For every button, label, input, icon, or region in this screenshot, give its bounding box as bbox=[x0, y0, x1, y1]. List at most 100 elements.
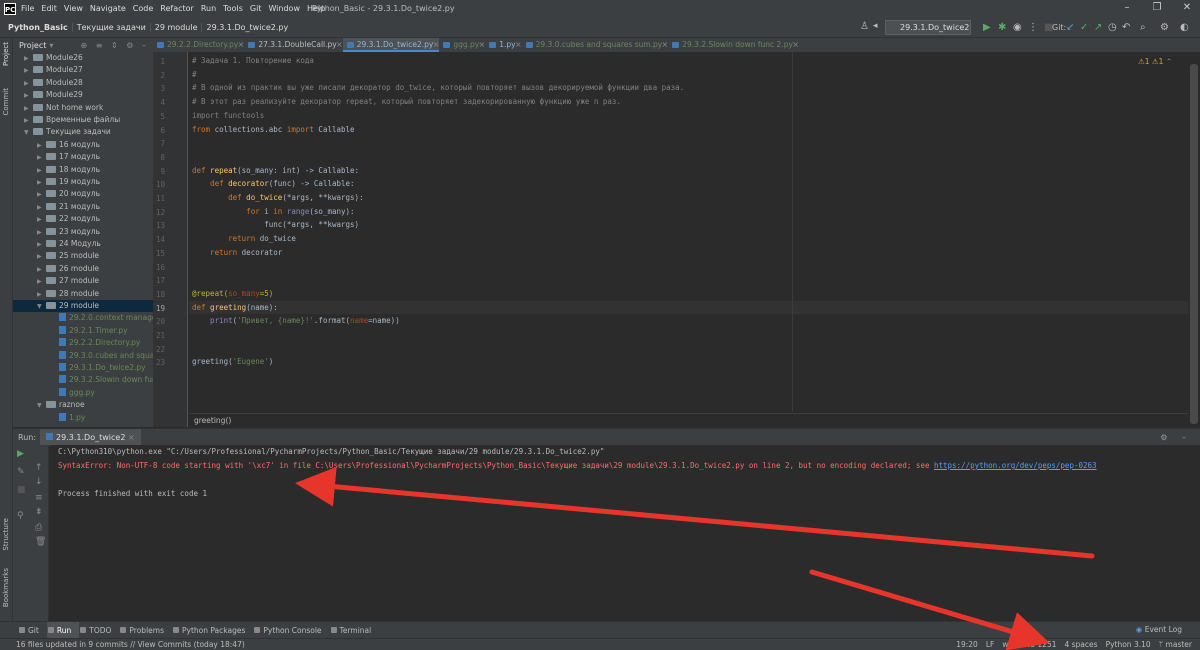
user-icon[interactable]: ♙ bbox=[860, 21, 869, 32]
rerun-icon[interactable]: ▶ bbox=[17, 449, 24, 459]
scrollbar-thumb[interactable] bbox=[1190, 64, 1198, 424]
close-icon[interactable]: × bbox=[128, 433, 135, 442]
back-arrow-icon[interactable]: ◂ bbox=[873, 21, 878, 31]
rollback-icon[interactable]: ↶ bbox=[1122, 22, 1130, 33]
tree-folder[interactable]: ▶ 20 модуль bbox=[13, 188, 153, 200]
editor-tab[interactable]: 29.3.0.cubes and squares sum.py bbox=[522, 38, 669, 52]
tree-folder[interactable]: ▶ 24 Модуль bbox=[13, 238, 153, 250]
bookmarks-side-tab[interactable]: Bookmarks bbox=[2, 568, 10, 607]
inspection-indicator[interactable]: ⚠1 ⚠1 ⌃ bbox=[1138, 57, 1172, 66]
scroll-down-icon[interactable]: ↓ bbox=[35, 477, 43, 487]
code-editor[interactable]: # Задача 1. Повторение кода # # В одной … bbox=[189, 52, 1189, 427]
menu-git[interactable]: Git bbox=[250, 4, 262, 13]
trash-icon[interactable]: 🗑 bbox=[35, 537, 46, 547]
status-message[interactable]: 16 files updated in 9 commits // View Co… bbox=[16, 640, 245, 649]
tree-folder[interactable]: ▼ 29 module bbox=[13, 300, 153, 313]
scroll-to-end-icon[interactable]: ⇟ bbox=[35, 507, 43, 517]
tree-file[interactable]: 29.3.0.cubes and squares bbox=[13, 350, 153, 362]
tree-file[interactable]: 1.py bbox=[13, 412, 153, 424]
editor-tab[interactable]: 27.3.1.DoubleCall.py bbox=[244, 38, 343, 52]
file-encoding[interactable]: windows-1251 bbox=[1002, 640, 1056, 649]
tree-file[interactable]: 29.3.2.Slowin down fun bbox=[13, 374, 153, 386]
breadcrumb-file[interactable]: 29.3.1.Do_twice2.py bbox=[202, 23, 292, 32]
tool-tab-problems[interactable]: Problems bbox=[119, 626, 172, 635]
run-panel-tools-icon[interactable]: ⚙ – bbox=[1160, 433, 1192, 442]
tree-folder[interactable]: ▶ 16 модуль bbox=[13, 139, 153, 151]
scroll-up-icon[interactable]: ↑ bbox=[35, 463, 43, 473]
project-panel-tools-icon[interactable]: ⊕ ≡ ⇕ ⚙ – bbox=[81, 41, 149, 50]
git-update-icon[interactable]: ↙ bbox=[1066, 22, 1074, 33]
menu-file[interactable]: File bbox=[21, 4, 34, 13]
run-tab[interactable]: 29.3.1.Do_twice2 × bbox=[40, 428, 141, 446]
tree-folder[interactable]: ▶ Not home work bbox=[13, 102, 153, 114]
commit-side-tab[interactable]: Commit bbox=[2, 88, 10, 116]
tool-tab-todo[interactable]: TODO bbox=[79, 626, 119, 635]
pin-icon[interactable]: ⚲ bbox=[17, 511, 24, 521]
more-run-icon[interactable]: ⋮ bbox=[1028, 22, 1038, 33]
tree-file[interactable]: 29.2.2.Directory.py bbox=[13, 337, 153, 349]
tool-tab-python-packages[interactable]: Python Packages bbox=[172, 626, 253, 635]
indent-setting[interactable]: 4 spaces bbox=[1064, 640, 1097, 649]
settings-gear-icon[interactable]: ⚙ bbox=[1160, 22, 1169, 33]
tree-folder[interactable]: ▶ 22 модуль bbox=[13, 213, 153, 225]
tree-folder[interactable]: ▶ Module27 bbox=[13, 64, 153, 76]
editor-tab[interactable]: 29.3.2.Slowin down func 2.py bbox=[668, 38, 799, 52]
soft-wrap-icon[interactable]: ≡ bbox=[35, 493, 43, 503]
history-icon[interactable]: ◷ bbox=[1108, 22, 1117, 33]
tree-folder[interactable]: ▶ 21 модуль bbox=[13, 201, 153, 213]
pep-link[interactable]: https://python.org/dev/peps/pep-0263 bbox=[934, 461, 1097, 470]
maximize-icon[interactable]: ❐ bbox=[1150, 2, 1164, 14]
tree-file[interactable]: ggg.py bbox=[13, 387, 153, 399]
menu-code[interactable]: Code bbox=[133, 4, 153, 13]
project-side-tab[interactable]: Project bbox=[2, 42, 10, 66]
tool-tab-run[interactable]: Run bbox=[46, 621, 80, 639]
debug-icon[interactable]: ✱ bbox=[998, 22, 1006, 33]
editor-tab[interactable]: 29.3.1.Do_twice2.py bbox=[342, 38, 440, 52]
tree-folder[interactable]: ▼ Текущие задачи bbox=[13, 126, 153, 138]
editor-scrollbar[interactable] bbox=[1188, 52, 1200, 427]
event-log-button[interactable]: ◉ Event Log bbox=[1136, 625, 1182, 634]
git-branch[interactable]: ᛘ master bbox=[1159, 640, 1192, 649]
menu-view[interactable]: View bbox=[64, 4, 83, 13]
breadcrumb-subfolder[interactable]: 29 module bbox=[151, 22, 203, 32]
edit-config-icon[interactable]: ✎ bbox=[17, 467, 25, 477]
editor-tab[interactable]: ggg.py bbox=[439, 38, 485, 52]
breadcrumb-folder[interactable]: Текущие задачи bbox=[73, 22, 151, 32]
tree-folder[interactable]: ▶ Временные файлы bbox=[13, 114, 153, 126]
tree-folder[interactable]: ▶ Module29 bbox=[13, 89, 153, 101]
tree-folder[interactable]: ▶ 23 модуль bbox=[13, 226, 153, 238]
stop-run-icon[interactable]: ■ bbox=[17, 485, 26, 495]
tree-file[interactable]: 29.2.1.Timer.py bbox=[13, 325, 153, 337]
tree-folder[interactable]: ▶ 25 module bbox=[13, 250, 153, 262]
menu-window[interactable]: Window bbox=[268, 4, 300, 13]
minimize-icon[interactable]: – bbox=[1120, 2, 1134, 14]
tree-folder[interactable]: ▶ 17 модуль bbox=[13, 151, 153, 163]
coverage-icon[interactable]: ◉ bbox=[1013, 22, 1022, 33]
jetbrains-icon[interactable]: ◐ bbox=[1180, 22, 1189, 33]
tree-folder[interactable]: ▼ raznoe bbox=[13, 399, 153, 411]
search-everywhere-icon[interactable]: ⌕ bbox=[1140, 22, 1146, 33]
breadcrumb-project[interactable]: Python_Basic bbox=[4, 22, 73, 32]
tree-folder[interactable]: ▶ 26 module bbox=[13, 263, 153, 275]
python-interpreter[interactable]: Python 3.10 bbox=[1106, 640, 1151, 649]
editor-tab[interactable]: 29.2.2.Directory.py bbox=[153, 38, 245, 52]
tree-file[interactable]: 29.2.0.context manager bbox=[13, 312, 153, 324]
structure-side-tab[interactable]: Structure bbox=[2, 518, 10, 551]
menu-refactor[interactable]: Refactor bbox=[160, 4, 194, 13]
chevron-down-icon[interactable]: ▾ bbox=[49, 41, 53, 50]
tree-folder[interactable]: ▶ 18 модуль bbox=[13, 164, 153, 176]
tree-file[interactable]: 29.3.1.Do_twice2.py bbox=[13, 362, 153, 374]
tool-tab-terminal[interactable]: Terminal bbox=[330, 626, 380, 635]
caret-position[interactable]: 19:20 bbox=[956, 640, 978, 649]
run-console-output[interactable]: C:\Python310\python.exe "C:/Users/Profes… bbox=[50, 445, 1200, 621]
menu-tools[interactable]: Tools bbox=[223, 4, 243, 13]
menu-navigate[interactable]: Navigate bbox=[90, 4, 126, 13]
tree-folder[interactable]: ▶ 28 module bbox=[13, 288, 153, 300]
run-configuration-select[interactable]: 29.3.1.Do_twice2 bbox=[885, 20, 971, 35]
close-window-icon[interactable]: ✕ bbox=[1180, 2, 1194, 14]
run-icon[interactable]: ▶ bbox=[983, 22, 991, 33]
git-push-icon[interactable]: ↗ bbox=[1094, 22, 1102, 33]
tool-tab-git[interactable]: Git bbox=[18, 626, 47, 635]
tree-folder[interactable]: ▶ 27 module bbox=[13, 275, 153, 287]
git-commit-icon[interactable]: ✓ bbox=[1080, 22, 1088, 33]
